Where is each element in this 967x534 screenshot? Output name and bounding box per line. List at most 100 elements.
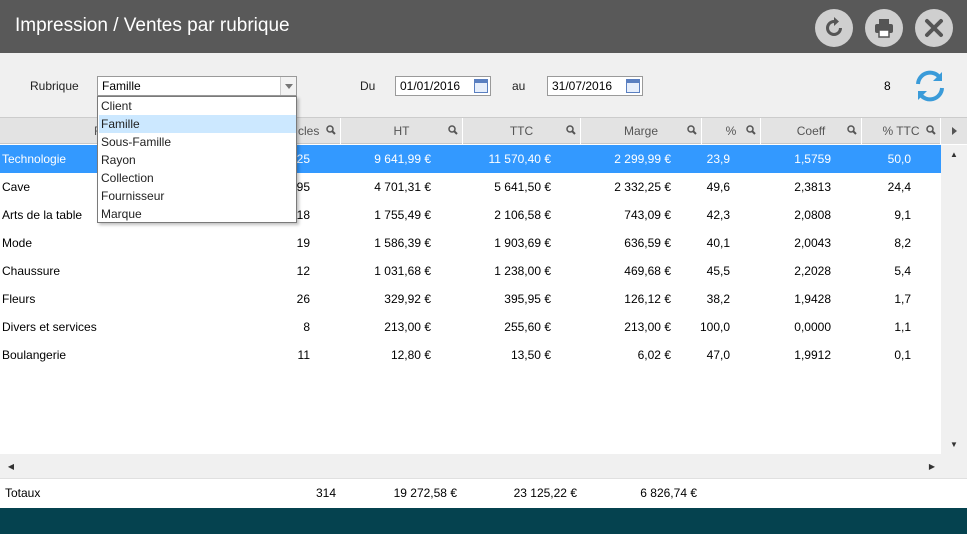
table-row[interactable]: Boulangerie 11 12,80 € 13,50 € 6,02 € 47,0 1,9… [0,341,941,369]
vertical-scrollbar[interactable]: ▲ ▼ [941,145,967,454]
search-icon[interactable] [926,125,936,135]
table-row[interactable]: Chaussure 12 1 031,68 € 1 238,00 € 469,68 € 4… [0,257,941,285]
table-cell: 0,0000 [794,320,831,334]
table-cell: 40,1 [706,236,730,250]
header-ttc[interactable]: TTC [463,118,581,144]
dropdown-option[interactable]: Marque [99,205,296,223]
table-cell: Chaussure [2,264,61,278]
scroll-down-icon[interactable]: ▼ [947,437,961,451]
footer-bar [0,508,967,534]
table-cell: 24,4 [887,180,911,194]
header-pourcent-ttc[interactable]: % TTC [862,118,941,144]
search-icon[interactable] [847,125,857,135]
totals-row: Totaux 314 19 272,58 € 23 125,22 € 6 826… [0,478,967,508]
table-cell: 12 [296,264,310,278]
chevron-down-icon[interactable] [280,77,296,95]
search-icon[interactable] [746,125,756,135]
table-cell: 1 031,68 € [374,264,431,278]
table-cell: 9 641,99 € [374,152,431,166]
chevron-right-icon [951,127,957,135]
table-cell: 26 [296,292,310,306]
rubrique-select[interactable]: Famille [97,76,297,96]
scroll-up-icon[interactable]: ▲ [947,147,961,161]
table-cell: 2,0808 [794,208,831,222]
table-row[interactable]: Fleurs 26 329,92 € 395,95 € 126,12 € 38,2 1,94… [0,285,941,313]
table-cell: 1 238,00 € [494,264,551,278]
table-cell: 49,6 [706,180,730,194]
table-cell: 2,0043 [794,236,831,250]
refresh-button[interactable] [912,68,948,104]
table-cell: Fleurs [2,292,36,306]
search-icon[interactable] [566,125,576,135]
table-cell: 1 586,39 € [374,236,431,250]
table-cell: 2,3813 [794,180,831,194]
table-cell: 11 [297,348,310,362]
date-to-value: 31/07/2016 [552,79,613,93]
print-button[interactable] [865,9,903,47]
table-cell: 213,00 € [624,320,671,334]
table-cell: 42,3 [706,208,730,222]
table-cell: 1,5759 [794,152,831,166]
table-cell: 1,7 [894,292,911,306]
scrollbar-corner [941,454,967,478]
table-cell: 47,0 [706,348,730,362]
du-label: Du [360,79,376,93]
date-to-input[interactable]: 31/07/2016 [547,76,643,96]
table-cell: 1,1 [894,320,911,334]
reload-button[interactable] [815,9,853,47]
table-cell: 636,59 € [624,236,671,250]
scroll-right-icon[interactable]: ▶ [925,459,939,473]
table-cell: 4 701,31 € [374,180,431,194]
rubrique-dropdown-list: Client Famille Sous-Famille Rayon Collection… [97,96,297,223]
header-ht[interactable]: HT [341,118,463,144]
search-icon[interactable] [326,125,336,135]
totals-label: Totaux [5,486,41,500]
dropdown-option[interactable]: Sous-Famille [99,133,296,151]
table-cell: 2 106,58 € [494,208,551,222]
table-cell: 2 299,99 € [614,152,671,166]
header-pourcent[interactable]: % [702,118,761,144]
table-cell: 45,5 [706,264,730,278]
table-cell: 395,95 € [504,292,551,306]
scroll-columns-right-button[interactable] [941,118,967,144]
date-from-input[interactable]: 01/01/2016 [395,76,491,96]
table-cell: 95 [296,180,310,194]
totals-ht: 19 272,58 € [393,486,457,500]
table-cell: 11 570,40 € [488,152,551,166]
dropdown-option[interactable]: Famille [99,115,296,133]
scroll-left-icon[interactable]: ◀ [4,459,18,473]
date-from-value: 01/01/2016 [400,79,461,93]
horizontal-scrollbar[interactable]: ◀ ▶ [0,454,941,478]
table-cell: 19 [296,236,310,250]
table-cell: 255,60 € [504,320,551,334]
calendar-icon[interactable] [474,79,488,93]
calendar-icon[interactable] [626,79,640,93]
table-row[interactable]: Mode 19 1 586,39 € 1 903,69 € 636,59 € 40,1 2,… [0,229,941,257]
table-cell: Divers et services [2,320,97,334]
table-cell: 743,09 € [624,208,671,222]
table-row[interactable]: Divers et services 8 213,00 € 255,60 € 213,0… [0,313,941,341]
au-label: au [512,79,526,93]
header-coeff[interactable]: Coeff [761,118,862,144]
table-cell: 13,50 € [510,348,551,362]
dropdown-option[interactable]: Fournisseur [99,187,296,205]
table-cell: 8 [303,320,310,334]
dropdown-option[interactable]: Rayon [99,151,296,169]
table-cell: 1,9428 [794,292,831,306]
rubrique-label: Rubrique [30,79,79,93]
header-marge[interactable]: Marge [581,118,702,144]
table-cell: 126,12 € [624,292,671,306]
table-cell: 1,9912 [794,348,831,362]
table-cell: 9,1 [894,208,911,222]
table-cell: 2 332,25 € [614,180,671,194]
close-button[interactable] [915,9,953,47]
table-cell: 5,4 [894,264,911,278]
dropdown-option[interactable]: Collection [99,169,296,187]
totals-articles: 314 [315,486,336,500]
table-cell: 6,02 € [637,348,671,362]
search-icon[interactable] [687,125,697,135]
search-icon[interactable] [448,125,458,135]
table-cell: 23,9 [706,152,730,166]
table-cell: 12,80 € [390,348,431,362]
dropdown-option[interactable]: Client [99,97,296,115]
